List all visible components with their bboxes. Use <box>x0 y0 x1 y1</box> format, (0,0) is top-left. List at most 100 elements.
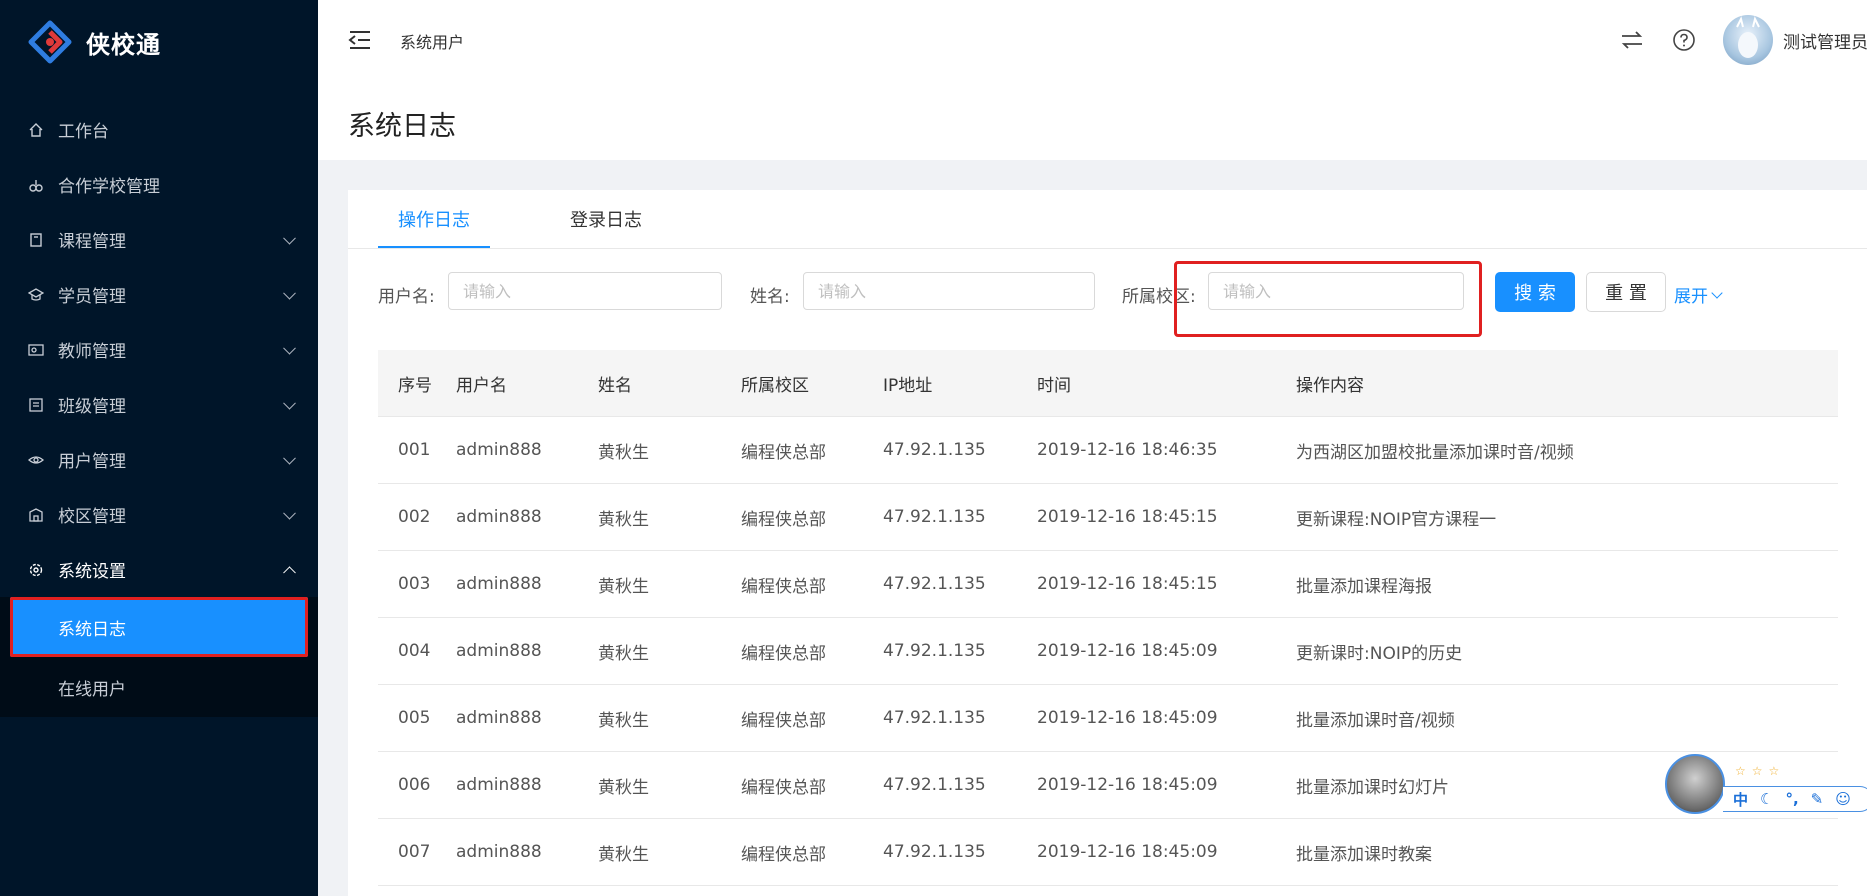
menu-fold-icon[interactable] <box>348 29 372 51</box>
table-cell: admin888 <box>456 574 542 594</box>
table-cell: 47.92.1.135 <box>883 775 986 795</box>
tab-operation-log[interactable]: 操作日志 <box>378 190 490 249</box>
sidebar-item-system-settings[interactable]: 系统设置 <box>0 542 318 597</box>
column-header: 操作内容 <box>1296 375 1364 396</box>
smiley-icon[interactable]: ☺ <box>1835 790 1851 808</box>
table-row: 006 admin888 黄秋生 编程侠总部 47.92.1.135 2019-12-16… <box>378 752 1838 819</box>
switch-icon[interactable] <box>1619 27 1645 53</box>
system-settings-submenu: 系统日志 在线用户 <box>0 597 318 717</box>
sidebar-item-students[interactable]: 学员管理 <box>0 267 318 322</box>
username-filter-label: 用户名: <box>378 287 435 307</box>
campus-input[interactable] <box>1208 272 1464 310</box>
sidebar-item-label: 班级管理 <box>58 397 126 417</box>
sidebar-item-campus[interactable]: 校区管理 <box>0 487 318 542</box>
table-body: 001 admin888 黄秋生 编程侠总部 47.92.1.135 2019-12-16… <box>378 417 1838 886</box>
table-cell: admin888 <box>456 440 542 460</box>
table-cell: 编程侠总部 <box>741 844 826 865</box>
sidebar-item-dashboard[interactable]: 工作台 <box>0 102 318 157</box>
expand-filters-link[interactable]: 展开 <box>1674 282 1723 307</box>
table-cell: 更新课程:NOIP官方课程一 <box>1296 509 1497 530</box>
users-icon <box>28 452 44 468</box>
table-cell: 47.92.1.135 <box>883 507 986 527</box>
punctuation-icon[interactable]: °, <box>1785 790 1798 808</box>
campus-filter-label: 所属校区: <box>1122 287 1196 307</box>
table-cell: 编程侠总部 <box>741 576 826 597</box>
table-row: 001 admin888 黄秋生 编程侠总部 47.92.1.135 2019-12-16… <box>378 417 1838 484</box>
table-cell: 黄秋生 <box>598 777 649 798</box>
table-cell: 为西湖区加盟校批量添加课时音/视频 <box>1296 442 1574 463</box>
name-filter-label: 姓名: <box>750 287 790 307</box>
table-cell: 2019-12-16 18:45:09 <box>1037 708 1218 728</box>
table-cell: 006 <box>398 775 431 795</box>
sidebar-menu: 工作台 合作学校管理 课程管理 学员管理 教师管理 班级管理 用户管理 校区管理… <box>0 102 318 717</box>
filter-bar: 用户名: 姓名: 所属校区: 搜 索 重 置 展开 <box>378 272 1858 314</box>
column-header: 时间 <box>1037 375 1071 396</box>
search-button[interactable]: 搜 索 <box>1495 272 1575 312</box>
sidebar-item-partner-schools[interactable]: 合作学校管理 <box>0 157 318 212</box>
table-cell: 2019-12-16 18:45:09 <box>1037 641 1218 661</box>
sidebar-item-courses[interactable]: 课程管理 <box>0 212 318 267</box>
table-cell: 47.92.1.135 <box>883 440 986 460</box>
ime-avatar[interactable] <box>1665 754 1725 814</box>
column-header: 用户名 <box>456 375 507 396</box>
avatar[interactable] <box>1723 15 1773 65</box>
username-input[interactable] <box>448 272 722 310</box>
name-input[interactable] <box>803 272 1095 310</box>
table-cell: 001 <box>398 440 431 460</box>
breadcrumb[interactable]: 系统用户 <box>400 29 464 53</box>
student-icon <box>28 287 44 303</box>
table-cell: 批量添加课时教案 <box>1296 844 1432 865</box>
ime-stars: ☆☆☆ <box>1735 764 1786 778</box>
table-cell: 黄秋生 <box>598 643 649 664</box>
sidebar-subitem-system-log[interactable]: 系统日志 <box>10 597 308 657</box>
current-username[interactable]: 测试管理员 <box>1783 28 1867 53</box>
chevron-down-icon <box>283 286 296 300</box>
log-table: 序号 用户名 姓名 所属校区 IP地址 时间 操作内容 001 admin888 黄… <box>378 350 1838 886</box>
settings-icon <box>28 562 44 578</box>
table-cell: admin888 <box>456 507 542 527</box>
table-cell: 002 <box>398 507 431 527</box>
table-cell: 编程侠总部 <box>741 777 826 798</box>
teacher-icon <box>28 342 44 358</box>
sidebar-item-label: 教师管理 <box>58 342 126 362</box>
sidebar-item-label: 校区管理 <box>58 507 126 527</box>
table-cell: 47.92.1.135 <box>883 842 986 862</box>
table-cell: 批量添加课时音/视频 <box>1296 710 1455 731</box>
sidebar-item-classes[interactable]: 班级管理 <box>0 377 318 432</box>
table-row: 007 admin888 黄秋生 编程侠总部 47.92.1.135 2019-12-16… <box>378 819 1838 886</box>
help-icon[interactable] <box>1671 27 1697 53</box>
book-icon <box>28 232 44 248</box>
table-cell: 003 <box>398 574 431 594</box>
table-cell: 004 <box>398 641 431 661</box>
table-cell: 2019-12-16 18:45:15 <box>1037 507 1218 527</box>
chevron-down-icon <box>1711 286 1723 299</box>
wrench-icon[interactable]: ✎ <box>1811 790 1824 808</box>
table-cell: 更新课时:NOIP的历史 <box>1296 643 1463 664</box>
table-cell: admin888 <box>456 842 542 862</box>
ime-widget[interactable]: ☆☆☆ 中 ☾ °, ✎ ☺ <box>1665 754 1867 818</box>
header-actions: 测试管理员 <box>1619 14 1867 66</box>
sidebar-subitem-online-users[interactable]: 在线用户 <box>0 657 318 717</box>
sidebar-item-label: 课程管理 <box>58 232 126 252</box>
ime-toolbar: 中 ☾ °, ✎ ☺ <box>1723 786 1867 812</box>
sidebar-item-users[interactable]: 用户管理 <box>0 432 318 487</box>
table-cell: 黄秋生 <box>598 442 649 463</box>
logo-diamond-icon <box>28 20 72 64</box>
chevron-down-icon <box>283 341 296 355</box>
tab-login-log[interactable]: 登录日志 <box>550 190 662 248</box>
table-cell: 黄秋生 <box>598 844 649 865</box>
table-cell: 2019-12-16 18:45:09 <box>1037 842 1218 862</box>
table-cell: 编程侠总部 <box>741 442 826 463</box>
table-cell: 批量添加课程海报 <box>1296 576 1432 597</box>
table-cell: 2019-12-16 18:46:35 <box>1037 440 1218 460</box>
class-icon <box>28 397 44 413</box>
reset-button[interactable]: 重 置 <box>1586 272 1666 312</box>
chevron-down-icon <box>283 451 296 465</box>
ime-lang-toggle[interactable]: 中 <box>1733 789 1748 810</box>
logo[interactable]: 侠校通 <box>28 18 161 66</box>
table-cell: 47.92.1.135 <box>883 641 986 661</box>
moon-icon[interactable]: ☾ <box>1760 790 1773 808</box>
table-cell: admin888 <box>456 708 542 728</box>
sidebar-item-teachers[interactable]: 教师管理 <box>0 322 318 377</box>
top-header: 系统用户 测试管理员 <box>318 0 1867 80</box>
